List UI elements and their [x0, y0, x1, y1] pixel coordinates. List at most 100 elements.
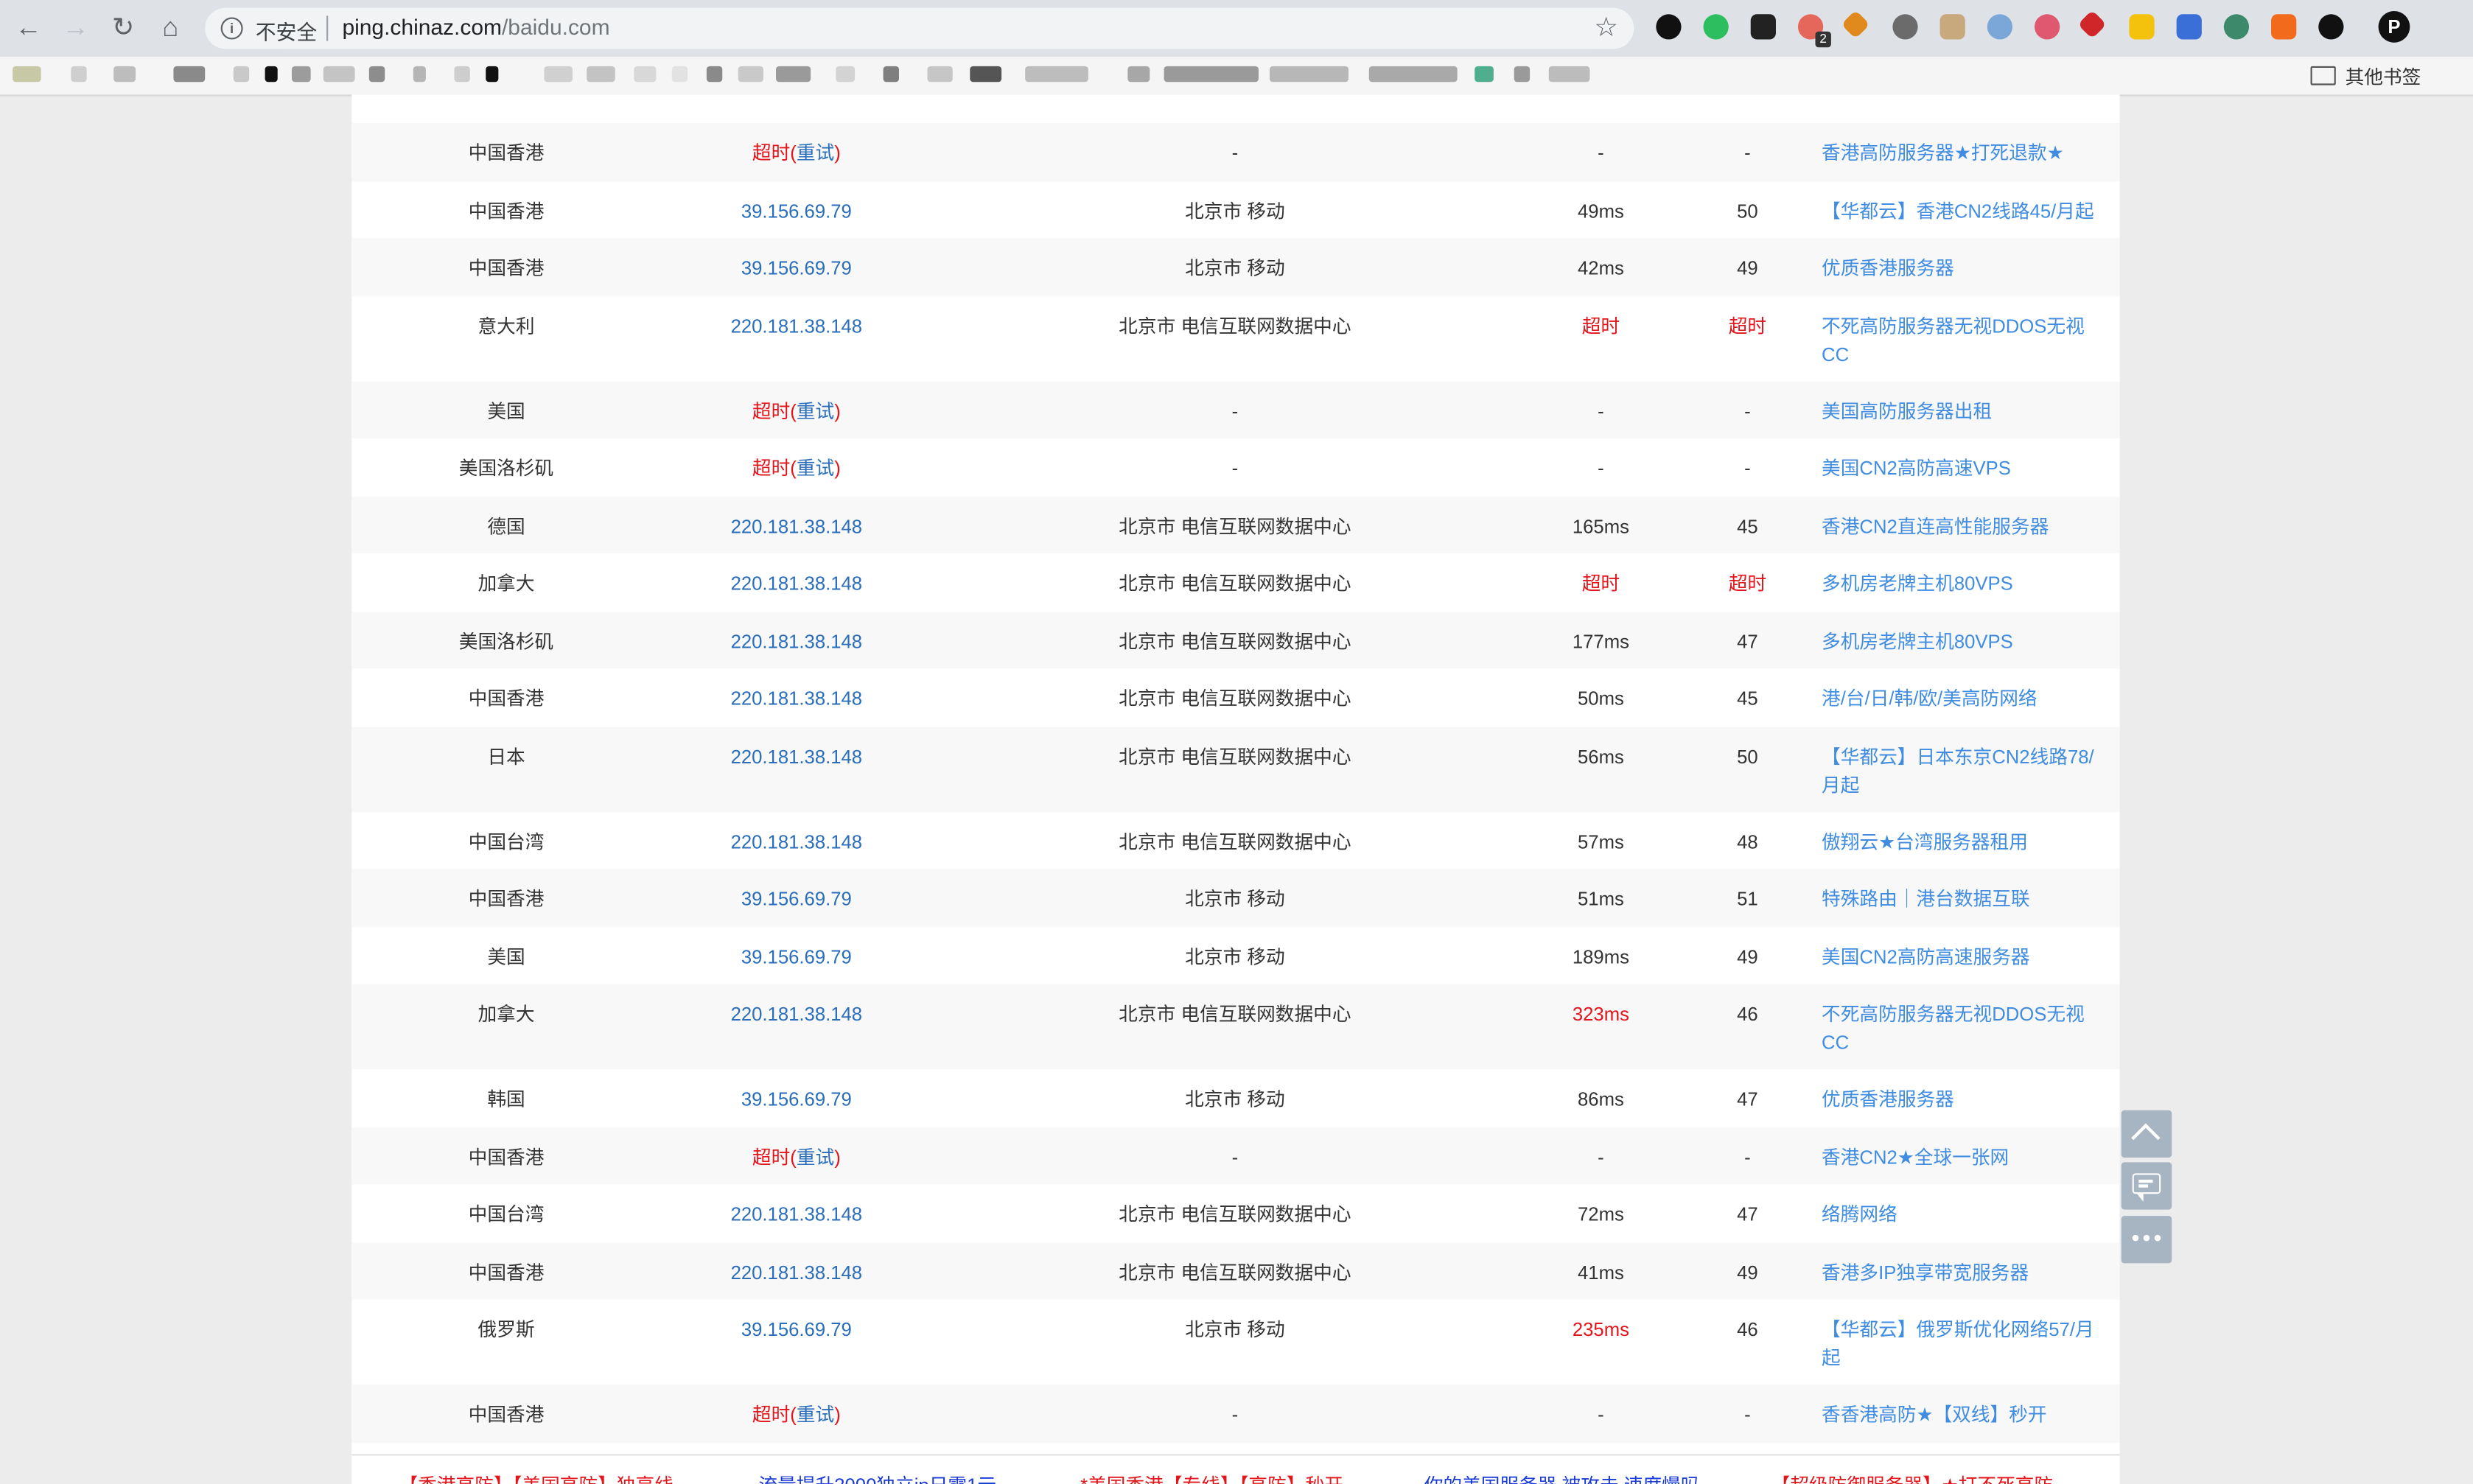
retry-link[interactable]: 重试: [797, 1146, 834, 1168]
site-info-icon[interactable]: i: [220, 17, 243, 40]
bookmark-item[interactable]: [173, 66, 206, 83]
feedback-button[interactable]: [2121, 1162, 2172, 1210]
retry-link[interactable]: 重试: [797, 1404, 834, 1426]
more-button[interactable]: [2121, 1216, 2172, 1264]
sponsor-link[interactable]: 香香港高防★【双线】秒开: [1822, 1401, 2105, 1429]
bookmark-item[interactable]: [323, 66, 355, 83]
bookmark-item[interactable]: [233, 66, 250, 83]
bottom-ad-link[interactable]: *美国香港【专线】【高防】秒开: [1080, 1471, 1343, 1484]
retry-link[interactable]: 重试: [797, 458, 834, 480]
sponsor-link[interactable]: 香港多IP独享带宽服务器: [1822, 1258, 2105, 1287]
bookmark-item[interactable]: [671, 66, 688, 83]
bookmark-item[interactable]: [486, 66, 499, 83]
extension-globe-icon[interactable]: [1987, 14, 2013, 40]
sponsor-link[interactable]: 优质香港服务器: [1822, 1085, 2105, 1114]
extension-red-diamond-icon[interactable]: [2077, 10, 2107, 39]
address-bar[interactable]: i 不安全 ping.chinaz.com/baidu.com ☆: [205, 7, 1634, 49]
ip-link[interactable]: 220.181.38.148: [686, 685, 907, 713]
bookmark-item[interactable]: [634, 66, 657, 83]
sponsor-link[interactable]: 多机房老牌主机80VPS: [1822, 627, 2105, 656]
extension-figure-icon[interactable]: [1939, 14, 1965, 40]
ip-link[interactable]: 39.156.69.79: [686, 1315, 907, 1344]
back-arrow-icon[interactable]: ←: [13, 13, 44, 44]
bookmark-item[interactable]: [1368, 66, 1458, 83]
ip-link[interactable]: 220.181.38.148: [686, 742, 907, 771]
sponsor-link[interactable]: 美国CN2高防高速VPS: [1822, 454, 2105, 483]
bookmark-item[interactable]: [413, 66, 426, 83]
ip-link[interactable]: 220.181.38.148: [686, 1000, 907, 1029]
ip-link[interactable]: 220.181.38.148: [686, 627, 907, 656]
bookmark-item[interactable]: [1025, 66, 1088, 83]
extension-diamond-icon[interactable]: [1841, 10, 1870, 39]
url-text[interactable]: ping.chinaz.com/baidu.com: [342, 14, 609, 39]
bookmark-item[interactable]: [454, 66, 470, 83]
bookmark-star-icon[interactable]: ☆: [1594, 13, 1618, 44]
other-bookmarks-folder[interactable]: 其他书签: [2310, 63, 2421, 90]
bookmark-item[interactable]: [738, 66, 763, 83]
extension-shield-icon[interactable]: [2176, 14, 2202, 40]
reload-icon[interactable]: ↻: [108, 13, 139, 44]
bookmark-item[interactable]: [13, 66, 41, 83]
sponsor-link[interactable]: 不死高防服务器无视DDOS无视CC: [1822, 1000, 2105, 1057]
extension-alert-icon[interactable]: [2318, 14, 2344, 40]
extension-bird-icon[interactable]: [2271, 14, 2297, 40]
ip-link[interactable]: 220.181.38.148: [686, 312, 907, 340]
sponsor-link[interactable]: 不死高防服务器无视DDOS无视CC: [1822, 312, 2105, 368]
bookmark-item[interactable]: [1164, 66, 1259, 83]
ip-link[interactable]: 39.156.69.79: [686, 196, 907, 225]
sponsor-link[interactable]: 特殊路由｜港台数据互联: [1822, 885, 2105, 914]
bookmark-item[interactable]: [927, 66, 953, 83]
bookmark-item[interactable]: [544, 66, 573, 83]
bookmark-item[interactable]: [1269, 66, 1349, 83]
ip-link[interactable]: 39.156.69.79: [686, 254, 907, 283]
gear-icon[interactable]: [1892, 14, 1918, 40]
ip-link[interactable]: 39.156.69.79: [686, 1085, 907, 1114]
sponsor-link[interactable]: 香港CN2★全球一张网: [1822, 1143, 2105, 1172]
bottom-ad-link[interactable]: 【超级防御服务器】★打不死高防: [1771, 1471, 2054, 1484]
extension-circle-icon[interactable]: [1656, 14, 1682, 40]
sponsor-link[interactable]: 【华都云】俄罗斯优化网络57/月起: [1822, 1315, 2105, 1372]
ip-link[interactable]: 39.156.69.79: [686, 942, 907, 971]
sponsor-link[interactable]: 港/台/日/韩/欧/美高防网络: [1822, 685, 2105, 713]
evernote-icon[interactable]: [1703, 14, 1729, 40]
retry-link[interactable]: 重试: [797, 400, 834, 422]
bookmark-item[interactable]: [265, 66, 278, 83]
ip-link[interactable]: 220.181.38.148: [686, 827, 907, 856]
bookmark-item[interactable]: [776, 66, 811, 83]
sponsor-link[interactable]: 络腾网络: [1822, 1200, 2105, 1229]
back-to-top-button[interactable]: [2121, 1110, 2172, 1158]
sponsor-link[interactable]: 美国高防服务器出租: [1822, 396, 2105, 425]
bookmark-item[interactable]: [587, 66, 615, 83]
sponsor-link[interactable]: 【华都云】香港CN2线路45/月起: [1822, 196, 2105, 225]
profile-avatar[interactable]: P: [2378, 10, 2410, 43]
sponsor-link[interactable]: 优质香港服务器: [1822, 254, 2105, 283]
bookmark-item[interactable]: [113, 66, 136, 83]
bookmark-item[interactable]: [368, 66, 385, 83]
bookmark-item[interactable]: [883, 66, 899, 83]
extension-glasses-icon[interactable]: [1750, 14, 1776, 40]
sponsor-link[interactable]: 香港CN2直连高性能服务器: [1822, 512, 2105, 541]
ip-link[interactable]: 220.181.38.148: [686, 570, 907, 598]
extension-world-icon[interactable]: [2223, 14, 2250, 40]
ip-link[interactable]: 220.181.38.148: [686, 512, 907, 541]
sponsor-link[interactable]: 美国CN2高防高速服务器: [1822, 942, 2105, 971]
forward-arrow-icon[interactable]: →: [60, 13, 91, 44]
sponsor-link[interactable]: 香港高防服务器★打死退款★: [1822, 139, 2105, 167]
bookmark-item[interactable]: [1127, 66, 1150, 83]
home-icon[interactable]: ⌂: [155, 13, 186, 44]
ip-link[interactable]: 39.156.69.79: [686, 885, 907, 914]
bookmark-item[interactable]: [1514, 66, 1531, 83]
bookmark-item[interactable]: [1475, 66, 1494, 83]
bookmark-item[interactable]: [291, 66, 311, 83]
bottom-ad-link[interactable]: 【香港高防】【美国高防】独享线: [399, 1471, 673, 1484]
bookmark-item[interactable]: [1548, 66, 1590, 83]
extension-t-icon[interactable]: [2034, 14, 2060, 40]
bottom-ad-link[interactable]: 你的美国服务器 被攻击 速度慢吗: [1424, 1471, 1700, 1484]
sponsor-link[interactable]: 【华都云】日本东京CN2线路78/月起: [1822, 742, 2105, 799]
bookmark-item[interactable]: [71, 66, 87, 83]
sponsor-link[interactable]: 多机房老牌主机80VPS: [1822, 570, 2105, 598]
chrome-icon[interactable]: [2129, 14, 2155, 40]
bookmark-item[interactable]: [970, 66, 1002, 83]
retry-link[interactable]: 重试: [797, 142, 834, 164]
ip-link[interactable]: 220.181.38.148: [686, 1258, 907, 1287]
